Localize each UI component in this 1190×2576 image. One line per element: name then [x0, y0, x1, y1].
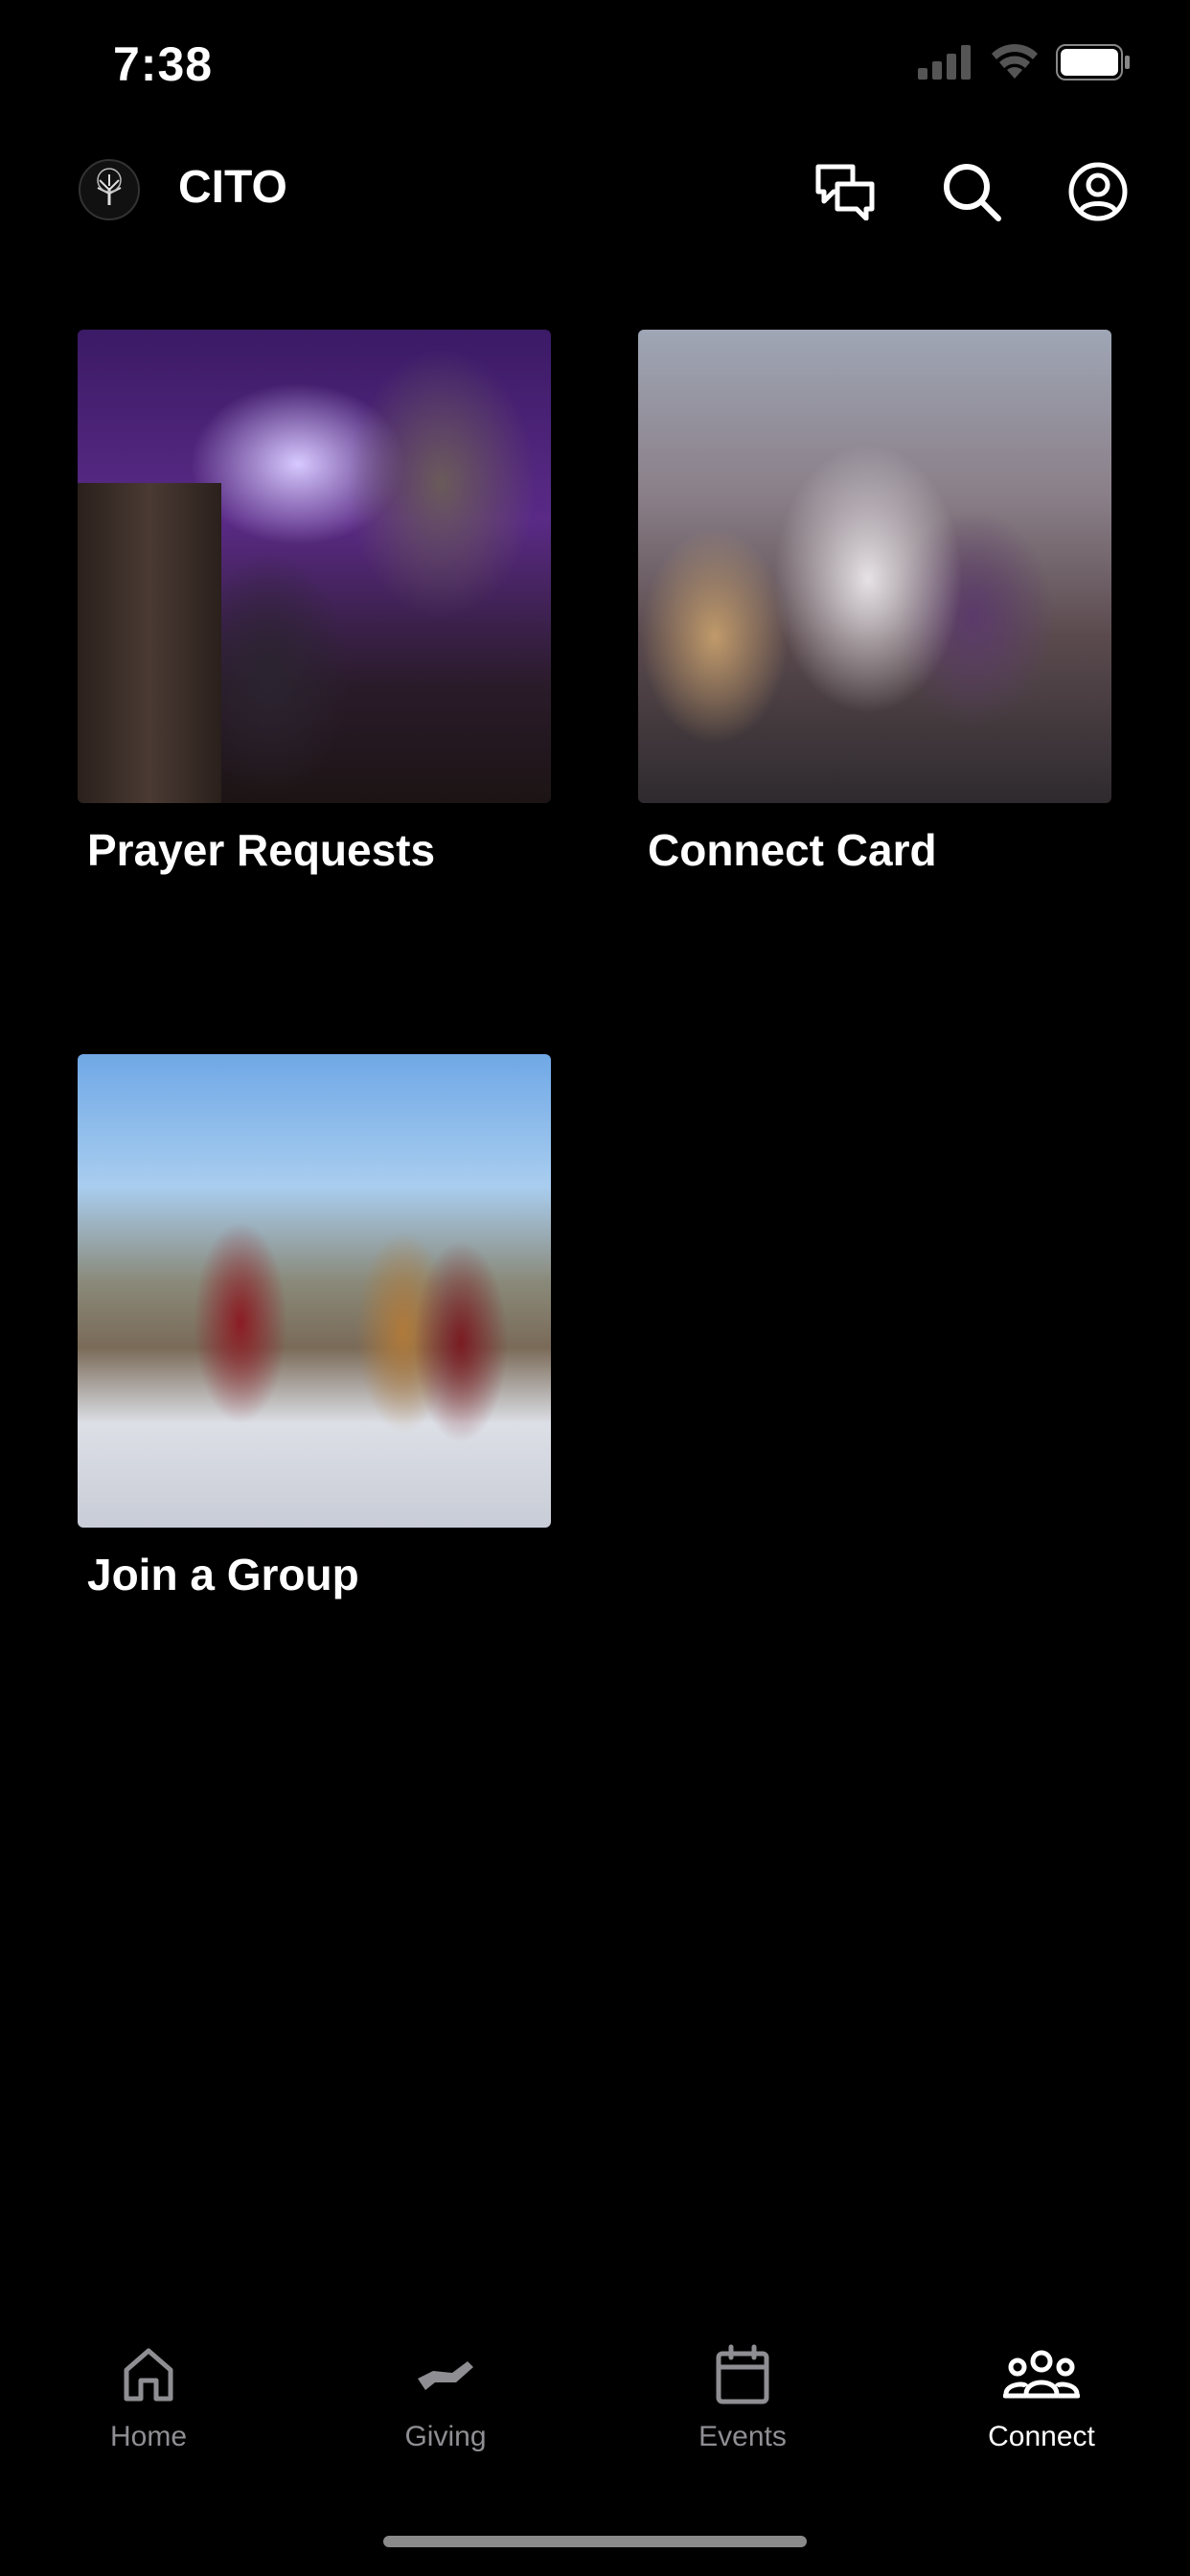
card-join-a-group[interactable]: Join a Group: [78, 1054, 551, 1600]
tab-connect[interactable]: Connect: [946, 2338, 1137, 2453]
tab-bar: Home Giving Events Connect: [0, 2338, 1190, 2482]
giving-icon: [418, 2361, 473, 2390]
profile-icon[interactable]: [1065, 159, 1131, 224]
card-label: Prayer Requests: [87, 825, 436, 875]
card-image[interactable]: [78, 330, 551, 803]
status-bar: 7:38: [0, 0, 1190, 134]
tab-label: Connect: [988, 2421, 1095, 2452]
tab-label: Events: [698, 2421, 787, 2452]
chat-icon[interactable]: [812, 159, 878, 224]
people-icon: [1003, 2350, 1080, 2399]
card-image[interactable]: [78, 1054, 551, 1528]
app-header: CITO: [0, 144, 1190, 240]
home-icon: [124, 2348, 173, 2402]
tab-events[interactable]: Events: [647, 2338, 838, 2453]
card-label: Join a Group: [87, 1550, 359, 1599]
search-icon[interactable]: [939, 159, 1004, 224]
app-title: CITO: [178, 162, 287, 213]
wifi-icon: [992, 44, 1038, 79]
home-indicator[interactable]: [383, 2536, 807, 2547]
calendar-icon: [716, 2344, 769, 2404]
status-icons: [918, 44, 1131, 80]
card-label: Connect Card: [648, 825, 937, 875]
tab-label: Home: [109, 2421, 188, 2452]
card-connect-card[interactable]: Connect Card: [638, 330, 1111, 876]
card-image[interactable]: [638, 330, 1111, 803]
tab-giving[interactable]: Giving: [350, 2338, 541, 2453]
battery-icon: [1056, 44, 1130, 80]
signal-icon: [918, 45, 971, 80]
card-prayer-requests[interactable]: Prayer Requests: [78, 330, 551, 876]
tree-logo-icon[interactable]: [79, 159, 140, 220]
tab-home[interactable]: Home: [53, 2338, 244, 2453]
tab-label: Giving: [404, 2421, 487, 2452]
status-time: 7:38: [113, 37, 214, 91]
